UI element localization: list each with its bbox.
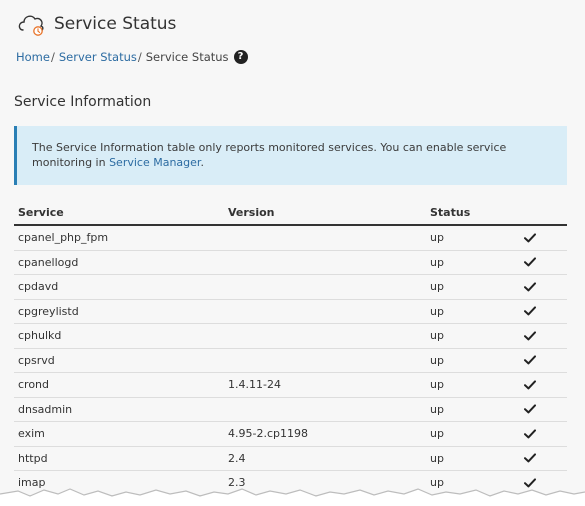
status-check-cell [524,331,567,341]
service-name-cell: crond [18,378,50,392]
service-status-cell: up [430,427,444,441]
service-status-cell: up [430,280,444,294]
table-row: cpanellogd up [14,251,567,275]
table-row: crond 1.4.11-24 up [14,373,567,398]
table-row: cpsrvd up [14,349,567,373]
status-check-cell [524,355,567,365]
torn-edge [0,488,585,506]
service-version-cell: 4.95-2.cp1198 [228,427,308,441]
service-table: Service Version Status cpanel_php_fpm up c… [14,200,567,506]
service-name-cell: cpsrvd [18,353,55,367]
service-status-cell: up [430,353,444,367]
service-status-cell: up [430,329,444,343]
status-check-cell [524,282,567,292]
table-header: Service Version Status [14,200,567,226]
service-name-cell: cpgreylistd [18,304,79,318]
cloud-status-icon [18,15,44,36]
info-alert: The Service Information table only repor… [14,126,567,185]
service-name-cell: cpdavd [18,280,59,294]
check-icon [524,331,536,341]
table-row: cpdavd up [14,275,567,300]
table-row: dnsadmin up [14,398,567,422]
check-icon [524,233,536,243]
check-icon [524,380,536,390]
status-check-cell [524,233,567,243]
service-version-cell: 1.4.11-24 [228,378,281,392]
service-version-cell: 2.4 [228,451,246,465]
service-status-page: Service Status Home / Server Status / Se… [0,0,585,506]
service-name-cell: exim [18,427,45,441]
breadcrumb: Home / Server Status / Service Status ? [16,50,248,64]
service-name-cell: cpanellogd [18,255,79,269]
status-check-cell [524,429,567,439]
status-check-cell [524,453,567,463]
service-name-cell: httpd [18,451,48,465]
table-row: cpanel_php_fpm up [14,226,567,251]
breadcrumb-separator: / [50,50,55,64]
breadcrumb-server-status-link[interactable]: Server Status [59,50,137,64]
service-status-cell: up [430,255,444,269]
status-check-cell [524,404,567,414]
status-check-cell [524,306,567,316]
service-status-cell: up [430,378,444,392]
table-row: exim 4.95-2.cp1198 up [14,422,567,447]
question-circle-icon[interactable]: ? [233,50,248,64]
breadcrumb-current: Service Status [145,50,229,64]
info-suffix: . [200,156,204,169]
service-status-cell: up [430,304,444,318]
check-icon [524,404,536,414]
page-header: Service Status [16,9,176,39]
service-status-cell: up [430,231,444,245]
check-icon [524,429,536,439]
service-name-cell: cphulkd [18,329,62,343]
info-text: The Service Information table only repor… [32,141,507,169]
page-title: Service Status [54,14,177,34]
breadcrumb-separator: / [137,50,142,64]
column-header-service[interactable]: Service [14,206,224,219]
check-icon [524,355,536,365]
service-name-cell: cpanel_php_fpm [18,231,109,245]
table-body: cpanel_php_fpm up cpanellogd up cpdavd up cpgr… [14,226,567,506]
check-icon [524,257,536,267]
section-title: Service Information [14,94,152,110]
check-icon [524,453,536,463]
table-row: httpd 2.4 up [14,447,567,471]
column-header-version[interactable]: Version [224,206,426,219]
status-check-cell [524,380,567,390]
service-status-cell: up [430,402,444,416]
service-status-cell: up [430,451,444,465]
service-name-cell: dnsadmin [18,402,73,416]
table-row: cpgreylistd up [14,300,567,324]
column-header-status[interactable]: Status [426,206,524,219]
breadcrumb-home-link[interactable]: Home [16,50,50,64]
check-icon [524,282,536,292]
check-icon [524,306,536,316]
status-check-cell [524,257,567,267]
table-row: cphulkd up [14,324,567,349]
service-manager-link[interactable]: Service Manager [109,156,200,169]
